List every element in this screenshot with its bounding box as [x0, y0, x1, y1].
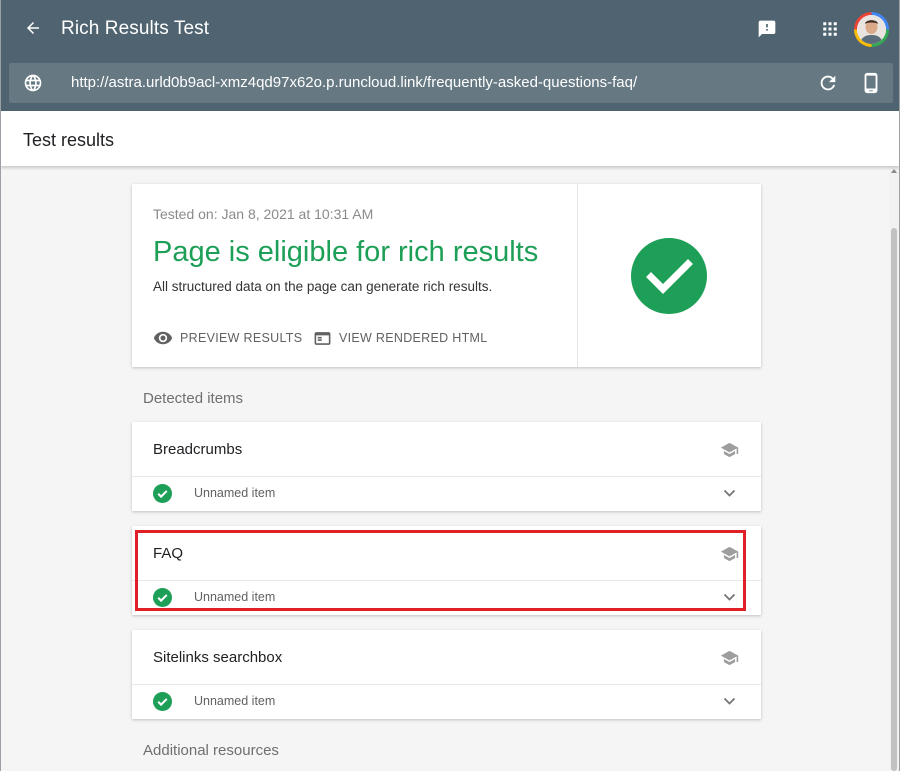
chevron-down-icon[interactable] [723, 697, 736, 706]
eligibility-headline: Page is eligible for rich results [153, 236, 539, 268]
feedback-button[interactable] [753, 15, 781, 43]
browser-window-icon [314, 331, 331, 345]
back-button[interactable] [19, 14, 47, 42]
avatar-photo [857, 15, 886, 44]
summary-details: Tested on: Jan 8, 2021 at 10:31 AM Page … [132, 184, 578, 367]
eye-icon [153, 331, 173, 345]
item-header: Breadcrumbs [132, 422, 761, 477]
item-title: FAQ [153, 545, 184, 562]
preview-results-button[interactable]: PREVIEW RESULTS [153, 328, 302, 348]
scroll-thumb[interactable] [891, 228, 897, 771]
tested-on-text: Tested on: Jan 8, 2021 at 10:31 AM [153, 206, 374, 222]
avatar-person-icon [857, 15, 886, 44]
detected-item-breadcrumbs[interactable]: Breadcrumbs Unnamed item [132, 422, 761, 511]
detected-item-faq[interactable]: FAQ Unnamed item [132, 526, 761, 615]
item-row-label: Unnamed item [194, 694, 276, 708]
results-header: Test results [1, 111, 899, 166]
reload-icon[interactable] [817, 72, 839, 94]
eligibility-subtext: All structured data on the page can gene… [153, 279, 493, 294]
item-header: Sitelinks searchbox [132, 630, 761, 685]
item-title: Sitelinks searchbox [153, 649, 283, 666]
preview-results-label: PREVIEW RESULTS [180, 331, 303, 345]
graduation-cap-icon[interactable] [720, 650, 739, 666]
graduation-cap-icon[interactable] [720, 442, 739, 458]
item-row[interactable]: Unnamed item [132, 477, 761, 511]
apps-grid-icon [823, 22, 837, 36]
graduation-cap-icon[interactable] [720, 546, 739, 562]
mobile-device-icon[interactable] [860, 71, 882, 95]
detected-item-sitelinks-searchbox[interactable]: Sitelinks searchbox Unnamed item [132, 630, 761, 719]
url-bar[interactable]: http://astra.urld0b9acl-xmz4qd97x62o.p.r… [9, 63, 893, 103]
item-row[interactable]: Unnamed item [132, 581, 761, 615]
item-row-label: Unnamed item [194, 486, 276, 500]
scrollbar[interactable] [889, 166, 899, 771]
view-rendered-html-label: VIEW RENDERED HTML [339, 331, 488, 345]
item-row-label: Unnamed item [194, 590, 276, 604]
summary-card: Tested on: Jan 8, 2021 at 10:31 AM Page … [132, 184, 761, 367]
item-row[interactable]: Unnamed item [132, 685, 761, 719]
app-title: Rich Results Test [61, 18, 210, 39]
feedback-icon [758, 20, 776, 38]
globe-icon [24, 74, 42, 92]
results-title: Test results [23, 130, 115, 150]
url-text[interactable]: http://astra.urld0b9acl-xmz4qd97x62o.p.r… [71, 74, 637, 91]
check-circle-icon [153, 484, 172, 503]
item-header: FAQ [132, 526, 761, 581]
check-circle-icon [153, 588, 172, 607]
top-app-bar: Rich Results Test http://astra.urld0b9ac… [1, 0, 899, 111]
scroll-up-arrow[interactable] [891, 169, 897, 173]
item-title: Breadcrumbs [153, 441, 243, 458]
view-rendered-html-button[interactable]: VIEW RENDERED HTML [313, 328, 487, 348]
account-avatar[interactable] [854, 12, 889, 47]
back-arrow-icon [27, 22, 39, 34]
detected-items-label: Detected items [143, 390, 244, 407]
app-window: Rich Results Test http://astra.urld0b9ac… [0, 0, 900, 771]
additional-resources-label: Additional resources [143, 742, 279, 759]
chevron-down-icon[interactable] [723, 489, 736, 498]
chevron-down-icon[interactable] [723, 593, 736, 602]
apps-button[interactable] [816, 15, 844, 43]
check-circle-icon [153, 692, 172, 711]
check-circle-icon [631, 238, 707, 314]
